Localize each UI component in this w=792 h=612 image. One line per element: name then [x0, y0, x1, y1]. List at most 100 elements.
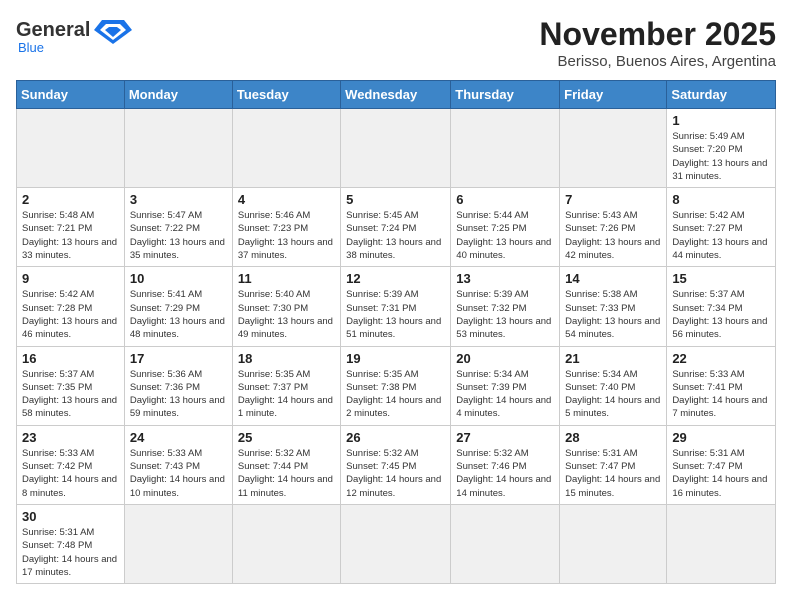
day-number: 8 — [672, 192, 770, 207]
calendar-day-cell: 26 Sunrise: 5:32 AM Sunset: 7:45 PM Dayli… — [341, 425, 451, 504]
calendar-week-row: 30Sunrise: 5:31 AM Sunset: 7:48 PM Dayli… — [17, 504, 776, 583]
day-number: 22 — [672, 351, 770, 366]
calendar-day-cell — [232, 504, 340, 583]
day-info: Sunrise: 5:37 AM Sunset: 7:35 PM Dayligh… — [22, 368, 119, 421]
day-info: Sunrise: 5:37 AM Sunset: 7:34 PM Dayligh… — [672, 288, 770, 341]
calendar-day-cell: 25Sunrise: 5:32 AM Sunset: 7:44 PM Dayli… — [232, 425, 340, 504]
day-info: Sunrise: 5:39 AM Sunset: 7:32 PM Dayligh… — [456, 288, 554, 341]
title-block: November 2025 Berisso, Buenos Aires, Arg… — [539, 16, 776, 70]
calendar-day-cell: 6 Sunrise: 5:44 AM Sunset: 7:25 PM Daylig… — [451, 188, 560, 267]
calendar-week-row: 16Sunrise: 5:37 AM Sunset: 7:35 PM Dayli… — [17, 346, 776, 425]
day-info: Sunrise: 5:36 AM Sunset: 7:36 PM Dayligh… — [130, 368, 227, 421]
day-number: 14 — [565, 271, 661, 286]
calendar-day-cell: 10 Sunrise: 5:41 AM Sunset: 7:29 PM Dayli… — [124, 267, 232, 346]
day-number: 25 — [238, 430, 335, 445]
logo-blue-icon — [94, 16, 132, 44]
day-info: Sunrise: 5:48 AM Sunset: 7:21 PM Dayligh… — [22, 209, 119, 262]
calendar-day-cell — [451, 504, 560, 583]
calendar-day-cell — [124, 109, 232, 188]
day-number: 5 — [346, 192, 445, 207]
day-info: Sunrise: 5:35 AM Sunset: 7:37 PM Dayligh… — [238, 368, 335, 421]
day-info: Sunrise: 5:31 AM Sunset: 7:47 PM Dayligh… — [565, 447, 661, 500]
calendar-day-cell: 15 Sunrise: 5:37 AM Sunset: 7:34 PM Dayli… — [667, 267, 776, 346]
day-number: 4 — [238, 192, 335, 207]
calendar-day-cell: 12Sunrise: 5:39 AM Sunset: 7:31 PM Dayli… — [341, 267, 451, 346]
day-number: 17 — [130, 351, 227, 366]
day-info: Sunrise: 5:45 AM Sunset: 7:24 PM Dayligh… — [346, 209, 445, 262]
logo-text-general: General — [16, 19, 90, 42]
day-info: Sunrise: 5:44 AM Sunset: 7:25 PM Dayligh… — [456, 209, 554, 262]
day-info: Sunrise: 5:43 AM Sunset: 7:26 PM Dayligh… — [565, 209, 661, 262]
calendar-day-cell: 29Sunrise: 5:31 AM Sunset: 7:47 PM Dayli… — [667, 425, 776, 504]
day-number: 27 — [456, 430, 554, 445]
day-number: 9 — [22, 271, 119, 286]
calendar-day-cell: 24Sunrise: 5:33 AM Sunset: 7:43 PM Dayli… — [124, 425, 232, 504]
calendar-day-cell — [124, 504, 232, 583]
calendar-day-cell: 9 Sunrise: 5:42 AM Sunset: 7:28 PM Daylig… — [17, 267, 125, 346]
calendar-week-row: 1 Sunrise: 5:49 AM Sunset: 7:20 PM Daylig… — [17, 109, 776, 188]
day-number: 11 — [238, 271, 335, 286]
calendar-day-cell: 2 Sunrise: 5:48 AM Sunset: 7:21 PM Daylig… — [17, 188, 125, 267]
day-number: 2 — [22, 192, 119, 207]
calendar-day-cell: 21 Sunrise: 5:34 AM Sunset: 7:40 PM Dayli… — [560, 346, 667, 425]
calendar-day-cell — [560, 504, 667, 583]
day-info: Sunrise: 5:32 AM Sunset: 7:45 PM Dayligh… — [346, 447, 445, 500]
day-info: Sunrise: 5:34 AM Sunset: 7:40 PM Dayligh… — [565, 368, 661, 421]
calendar-day-cell: 30Sunrise: 5:31 AM Sunset: 7:48 PM Dayli… — [17, 504, 125, 583]
calendar-day-cell — [560, 109, 667, 188]
month-title: November 2025 — [539, 16, 776, 53]
calendar-day-cell: 23Sunrise: 5:33 AM Sunset: 7:42 PM Dayli… — [17, 425, 125, 504]
day-number: 10 — [130, 271, 227, 286]
day-number: 24 — [130, 430, 227, 445]
calendar-day-cell: 27 Sunrise: 5:32 AM Sunset: 7:46 PM Dayli… — [451, 425, 560, 504]
day-info: Sunrise: 5:35 AM Sunset: 7:38 PM Dayligh… — [346, 368, 445, 421]
calendar-day-cell: 14 Sunrise: 5:38 AM Sunset: 7:33 PM Dayli… — [560, 267, 667, 346]
day-number: 1 — [672, 113, 770, 128]
day-info: Sunrise: 5:32 AM Sunset: 7:46 PM Dayligh… — [456, 447, 554, 500]
calendar-day-cell: 3 Sunrise: 5:47 AM Sunset: 7:22 PM Daylig… — [124, 188, 232, 267]
calendar-week-row: 2 Sunrise: 5:48 AM Sunset: 7:21 PM Daylig… — [17, 188, 776, 267]
calendar-day-cell: 13 Sunrise: 5:39 AM Sunset: 7:32 PM Dayli… — [451, 267, 560, 346]
day-number: 13 — [456, 271, 554, 286]
day-info: Sunrise: 5:38 AM Sunset: 7:33 PM Dayligh… — [565, 288, 661, 341]
day-number: 3 — [130, 192, 227, 207]
calendar-day-cell — [667, 504, 776, 583]
calendar-day-cell: 20Sunrise: 5:34 AM Sunset: 7:39 PM Dayli… — [451, 346, 560, 425]
weekday-header-tuesday: Tuesday — [232, 81, 340, 109]
day-info: Sunrise: 5:41 AM Sunset: 7:29 PM Dayligh… — [130, 288, 227, 341]
day-number: 19 — [346, 351, 445, 366]
calendar-week-row: 9 Sunrise: 5:42 AM Sunset: 7:28 PM Daylig… — [17, 267, 776, 346]
calendar-day-cell — [341, 504, 451, 583]
calendar-day-cell: 1 Sunrise: 5:49 AM Sunset: 7:20 PM Daylig… — [667, 109, 776, 188]
logo-text-blue: Blue — [18, 40, 44, 55]
page-header: General Blue November 2025 Berisso, Buen… — [16, 16, 776, 70]
calendar-day-cell: 16Sunrise: 5:37 AM Sunset: 7:35 PM Dayli… — [17, 346, 125, 425]
day-number: 26 — [346, 430, 445, 445]
day-info: Sunrise: 5:49 AM Sunset: 7:20 PM Dayligh… — [672, 130, 770, 183]
day-number: 6 — [456, 192, 554, 207]
calendar-day-cell: 5 Sunrise: 5:45 AM Sunset: 7:24 PM Daylig… — [341, 188, 451, 267]
day-number: 12 — [346, 271, 445, 286]
calendar-day-cell — [232, 109, 340, 188]
weekday-header-friday: Friday — [560, 81, 667, 109]
day-info: Sunrise: 5:42 AM Sunset: 7:28 PM Dayligh… — [22, 288, 119, 341]
calendar-table: SundayMondayTuesdayWednesdayThursdayFrid… — [16, 80, 776, 584]
calendar-day-cell: 17 Sunrise: 5:36 AM Sunset: 7:36 PM Dayli… — [124, 346, 232, 425]
calendar-day-cell: 8Sunrise: 5:42 AM Sunset: 7:27 PM Daylig… — [667, 188, 776, 267]
day-info: Sunrise: 5:40 AM Sunset: 7:30 PM Dayligh… — [238, 288, 335, 341]
weekday-header-saturday: Saturday — [667, 81, 776, 109]
day-number: 21 — [565, 351, 661, 366]
day-info: Sunrise: 5:33 AM Sunset: 7:41 PM Dayligh… — [672, 368, 770, 421]
calendar-day-cell: 11 Sunrise: 5:40 AM Sunset: 7:30 PM Dayli… — [232, 267, 340, 346]
calendar-day-cell: 7Sunrise: 5:43 AM Sunset: 7:26 PM Daylig… — [560, 188, 667, 267]
day-number: 15 — [672, 271, 770, 286]
calendar-day-cell: 19 Sunrise: 5:35 AM Sunset: 7:38 PM Dayli… — [341, 346, 451, 425]
day-number: 18 — [238, 351, 335, 366]
calendar-day-cell — [17, 109, 125, 188]
day-info: Sunrise: 5:46 AM Sunset: 7:23 PM Dayligh… — [238, 209, 335, 262]
calendar-day-cell — [451, 109, 560, 188]
weekday-header-sunday: Sunday — [17, 81, 125, 109]
day-number: 20 — [456, 351, 554, 366]
day-number: 23 — [22, 430, 119, 445]
day-info: Sunrise: 5:47 AM Sunset: 7:22 PM Dayligh… — [130, 209, 227, 262]
